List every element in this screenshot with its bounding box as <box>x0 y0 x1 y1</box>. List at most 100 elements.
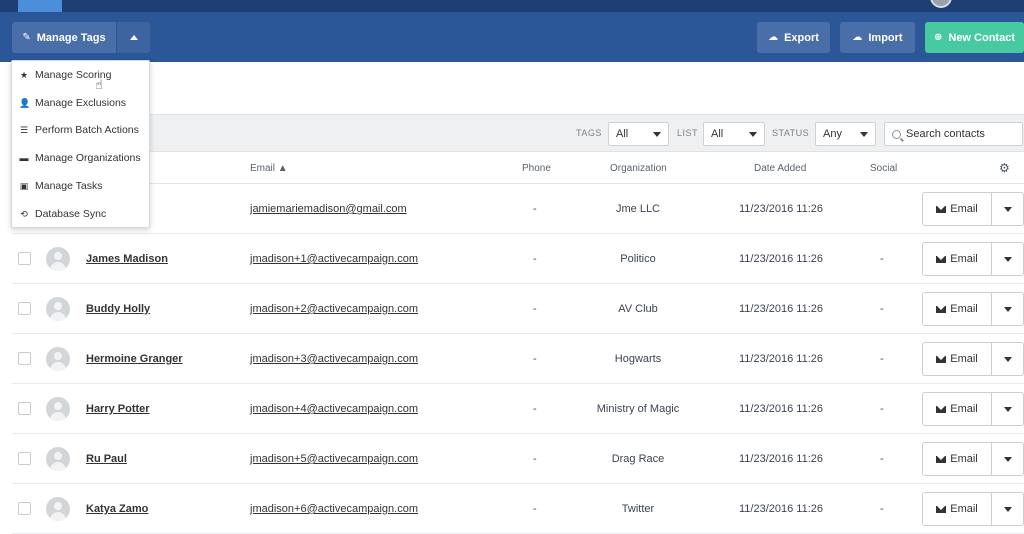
menu-item-manage-organizations[interactable]: ▬ Manage Organizations <box>12 144 151 172</box>
contact-date-added: 11/23/2016 11:26 <box>739 203 824 215</box>
star-icon: ★ <box>19 69 29 80</box>
contact-date-added: 11/23/2016 11:26 <box>739 503 824 515</box>
new-contact-button[interactable]: ⊕ New Contact <box>925 22 1024 53</box>
contact-organization: Ministry of Magic <box>596 403 680 415</box>
chevron-down-icon <box>860 132 868 137</box>
email-button-label: Email <box>950 303 978 315</box>
menu-item-label: Manage Tasks <box>35 180 103 192</box>
contact-name-link[interactable]: Katya Zamo <box>86 503 148 515</box>
list-filter-select[interactable]: All <box>703 122 765 146</box>
contact-email-link[interactable]: jmadison+6@activecampaign.com <box>250 503 418 515</box>
row-checkbox[interactable] <box>18 352 31 365</box>
contact-social: - <box>880 303 884 315</box>
email-options-toggle[interactable] <box>991 492 1024 526</box>
gear-icon[interactable]: ⚙ <box>999 161 1010 175</box>
tags-filter-label: TAGS <box>576 128 602 138</box>
contact-phone: - <box>533 503 537 515</box>
column-email[interactable]: Email ▲ <box>250 163 288 174</box>
new-contact-label: New Contact <box>948 31 1015 44</box>
column-date-added[interactable]: Date Added <box>754 163 806 174</box>
contact-name-link[interactable]: Buddy Holly <box>86 303 150 315</box>
list-icon: ☰ <box>19 124 29 135</box>
email-button-label: Email <box>950 403 978 415</box>
contact-name-link[interactable]: James Madison <box>86 253 168 265</box>
hand-pointer-icon: ☝ <box>95 77 103 92</box>
column-phone[interactable]: Phone <box>522 163 551 174</box>
contact-name-link[interactable]: Hermoine Granger <box>86 353 183 365</box>
email-contact-button[interactable]: Email <box>922 242 992 276</box>
row-checkbox[interactable] <box>18 402 31 415</box>
tags-icon: ✎ <box>22 32 31 43</box>
column-social[interactable]: Social <box>870 163 897 174</box>
email-contact-button[interactable]: Email <box>922 392 992 426</box>
row-checkbox[interactable] <box>18 502 31 515</box>
row-checkbox[interactable] <box>18 302 31 315</box>
row-checkbox[interactable] <box>18 252 31 265</box>
contact-avatar <box>46 397 70 421</box>
contact-avatar <box>46 447 70 471</box>
table-row: Ru Paul jmadison+5@activecampaign.com - Dra… <box>12 434 1024 484</box>
status-filter-select[interactable]: Any <box>815 122 876 146</box>
contact-avatar <box>46 347 70 371</box>
table-row: Hermoine Granger jmadison+3@activecampaig… <box>12 334 1024 384</box>
email-contact-button[interactable]: Email <box>922 442 992 476</box>
tags-filter-select[interactable]: All <box>608 122 669 146</box>
contact-date-added: 11/23/2016 11:26 <box>739 303 824 315</box>
email-contact-button[interactable]: Email <box>922 492 992 526</box>
contact-phone: - <box>533 353 537 365</box>
contact-email-link[interactable]: jmadison+3@activecampaign.com <box>250 353 418 365</box>
cloud-download-icon: ☁ <box>852 32 863 43</box>
menu-item-database-sync[interactable]: ⟲ Database Sync <box>12 200 151 228</box>
contact-date-added: 11/23/2016 11:26 <box>739 253 824 265</box>
menu-item-label: Manage Exclusions <box>35 97 127 109</box>
contact-email-link[interactable]: jmadison+2@activecampaign.com <box>250 303 418 315</box>
column-organization[interactable]: Organization <box>610 163 667 174</box>
contact-name-link[interactable]: Harry Potter <box>86 403 150 415</box>
more-actions-toggle[interactable] <box>116 22 150 53</box>
caret-up-icon <box>129 35 138 40</box>
email-options-toggle[interactable] <box>991 292 1024 326</box>
manage-tags-label: Manage Tags <box>36 31 106 44</box>
contact-avatar <box>46 497 70 521</box>
active-nav-tab[interactable] <box>18 0 62 12</box>
email-contact-button[interactable]: Email <box>922 342 992 376</box>
menu-item-manage-exclusions[interactable]: 👤 Manage Exclusions <box>12 89 151 117</box>
contact-email-link[interactable]: jmadison+4@activecampaign.com <box>250 403 418 415</box>
table-row: jamiemariemadison@gmail.com - Jme LLC 11/23… <box>12 184 1024 234</box>
contact-email-link[interactable]: jmadison+5@activecampaign.com <box>250 453 418 465</box>
email-options-toggle[interactable] <box>991 342 1024 376</box>
email-options-toggle[interactable] <box>991 392 1024 426</box>
contact-social: - <box>880 353 884 365</box>
email-button-label: Email <box>950 503 978 515</box>
contact-avatar <box>46 247 70 271</box>
row-checkbox[interactable] <box>18 452 31 465</box>
chevron-down-icon <box>653 132 661 137</box>
chevron-down-icon <box>749 132 757 137</box>
status-filter-value: Any <box>823 128 842 140</box>
import-button[interactable]: ☁ Import <box>840 22 915 53</box>
contact-organization: Politico <box>620 253 656 265</box>
menu-item-manage-tasks[interactable]: ▣ Manage Tasks <box>12 172 151 200</box>
more-actions-menu: ★ Manage Scoring 👤 Manage Exclusions ☰ P… <box>11 60 150 228</box>
menu-item-batch-actions[interactable]: ☰ Perform Batch Actions <box>12 116 151 144</box>
search-input[interactable]: Search contacts <box>884 122 1023 146</box>
contact-email-link[interactable]: jamiemariemadison@gmail.com <box>250 203 407 215</box>
search-icon <box>892 129 901 139</box>
briefcase-icon: ▬ <box>19 153 29 163</box>
export-button[interactable]: ☁ Export <box>757 22 830 53</box>
contacts-toolbar: ✎ Manage Tags ☁ Export ☁ Import ⊕ New Co… <box>0 12 1024 62</box>
envelope-icon <box>936 505 947 513</box>
contact-name-link[interactable]: Ru Paul <box>86 453 127 465</box>
email-options-toggle[interactable] <box>991 242 1024 276</box>
email-options-toggle[interactable] <box>991 192 1024 226</box>
email-options-toggle[interactable] <box>991 442 1024 476</box>
contact-email-link[interactable]: jmadison+1@activecampaign.com <box>250 253 418 265</box>
manage-tags-button[interactable]: ✎ Manage Tags <box>12 22 116 53</box>
user-avatar[interactable] <box>930 0 952 8</box>
email-contact-button[interactable]: Email <box>922 192 992 226</box>
menu-item-manage-scoring[interactable]: ★ Manage Scoring <box>12 61 151 89</box>
list-filter-value: All <box>711 128 724 140</box>
plus-circle-icon: ⊕ <box>933 32 943 43</box>
email-contact-button[interactable]: Email <box>922 292 992 326</box>
contact-date-added: 11/23/2016 11:26 <box>739 353 824 365</box>
